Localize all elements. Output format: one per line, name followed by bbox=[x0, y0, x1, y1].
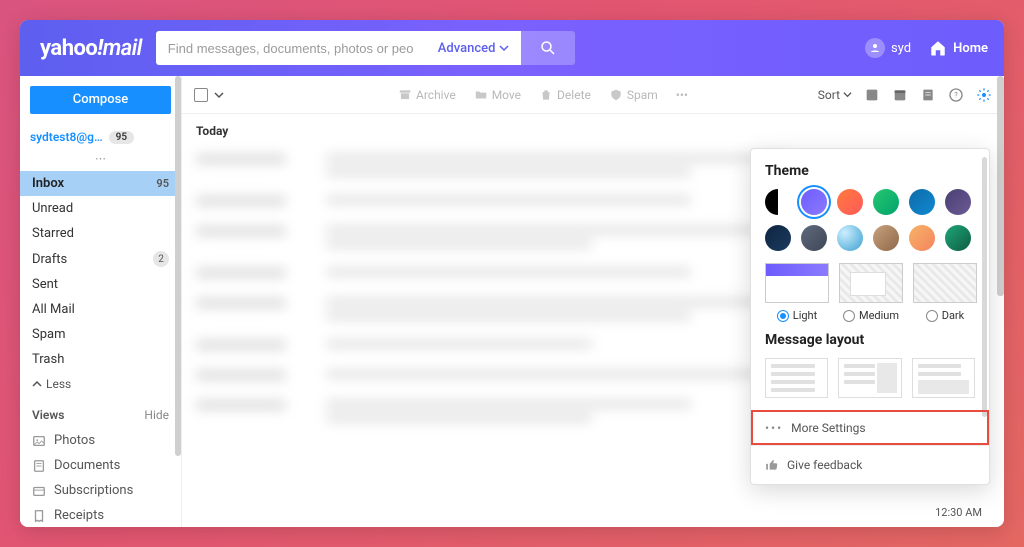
sidebar: Compose sydtest8@g… 95 ⋯ Inbox95UnreadSt… bbox=[20, 76, 182, 527]
views-header: Views Hide bbox=[20, 396, 181, 428]
body: Compose sydtest8@g… 95 ⋯ Inbox95UnreadSt… bbox=[20, 76, 1004, 527]
home-link[interactable]: Home bbox=[929, 39, 988, 57]
theme-swatch-3[interactable] bbox=[873, 189, 899, 215]
documents-icon bbox=[32, 459, 46, 473]
views-list: PhotosDocumentsSubscriptionsReceipts bbox=[20, 428, 181, 527]
layout-row bbox=[765, 358, 975, 398]
layout-list[interactable] bbox=[765, 358, 828, 398]
give-feedback-link[interactable]: Give feedback bbox=[751, 445, 989, 484]
search-button[interactable] bbox=[521, 31, 575, 65]
collapse-less[interactable]: Less bbox=[20, 372, 181, 396]
view-subscriptions[interactable]: Subscriptions bbox=[20, 478, 181, 503]
views-hide[interactable]: Hide bbox=[144, 408, 169, 422]
chevron-down-icon bbox=[843, 90, 852, 99]
thumbs-up-icon bbox=[765, 458, 779, 472]
theme-swatch-4[interactable] bbox=[909, 189, 935, 215]
search-input[interactable] bbox=[156, 31, 426, 65]
help-icon[interactable]: ? bbox=[948, 87, 964, 103]
theme-section-title: Theme bbox=[765, 163, 975, 179]
dots-icon: ••• bbox=[765, 421, 783, 435]
more-actions[interactable]: ••• bbox=[676, 88, 688, 102]
radio-icon bbox=[777, 310, 789, 322]
sidebar-scrollbar[interactable] bbox=[175, 76, 181, 456]
shield-icon bbox=[609, 88, 623, 102]
app-window: yahoo!mail Advanced syd Home bbox=[20, 20, 1004, 527]
folder-all-mail[interactable]: All Mail bbox=[20, 297, 181, 322]
view-documents[interactable]: Documents bbox=[20, 453, 181, 478]
user-menu[interactable]: syd bbox=[865, 38, 911, 58]
view-receipts[interactable]: Receipts bbox=[20, 503, 181, 527]
svg-text:?: ? bbox=[954, 90, 958, 99]
popover-scrollbar[interactable] bbox=[982, 157, 987, 417]
search-wrap: Advanced bbox=[156, 31, 576, 65]
theme-swatch-11[interactable] bbox=[945, 225, 971, 251]
chevron-up-icon bbox=[32, 379, 42, 389]
theme-swatch-7[interactable] bbox=[801, 225, 827, 251]
spam-button[interactable]: Spam bbox=[609, 88, 658, 102]
message-timestamp: 12:30 AM bbox=[935, 506, 982, 519]
theme-swatch-1[interactable] bbox=[801, 189, 827, 215]
date-group-today: Today bbox=[182, 114, 1004, 144]
select-all-checkbox[interactable] bbox=[194, 88, 208, 102]
account-email[interactable]: sydtest8@g… bbox=[30, 130, 103, 144]
unread-badge: 95 bbox=[109, 131, 134, 144]
radio-icon bbox=[926, 310, 938, 322]
more-settings-link[interactable]: ••• More Settings bbox=[751, 410, 989, 445]
theme-swatch-6[interactable] bbox=[765, 225, 791, 251]
theme-swatch-5[interactable] bbox=[945, 189, 971, 215]
radio-icon bbox=[843, 310, 855, 322]
yahoo-mail-logo: yahoo!mail bbox=[40, 36, 142, 61]
layout-section-title: Message layout bbox=[765, 332, 975, 348]
chevron-down-icon bbox=[499, 43, 509, 53]
search-icon bbox=[539, 39, 557, 57]
main-scrollbar[interactable] bbox=[997, 76, 1004, 296]
mode-medium[interactable]: Medium bbox=[839, 263, 903, 322]
folder-sent[interactable]: Sent bbox=[20, 272, 181, 297]
folder-list: Inbox95UnreadStarredDrafts2SentAll MailS… bbox=[20, 171, 181, 372]
layout-right[interactable] bbox=[838, 358, 901, 398]
folder-drafts[interactable]: Drafts2 bbox=[20, 246, 181, 272]
settings-popover: Theme Light Medium Dark Message layout bbox=[750, 148, 990, 485]
theme-swatch-10[interactable] bbox=[909, 225, 935, 251]
contacts-icon[interactable] bbox=[864, 87, 880, 103]
mode-light[interactable]: Light bbox=[765, 263, 829, 322]
archive-button[interactable]: Archive bbox=[398, 88, 456, 102]
theme-swatch-0[interactable] bbox=[765, 189, 791, 215]
account-more[interactable]: ⋯ bbox=[20, 150, 181, 171]
receipts-icon bbox=[32, 509, 46, 523]
theme-mode-row: Light Medium Dark bbox=[765, 263, 975, 322]
notepad-icon[interactable] bbox=[920, 87, 936, 103]
mode-dark[interactable]: Dark bbox=[913, 263, 977, 322]
avatar-icon bbox=[865, 38, 885, 58]
folder-trash[interactable]: Trash bbox=[20, 347, 181, 372]
header-bar: yahoo!mail Advanced syd Home bbox=[20, 20, 1004, 76]
folder-inbox[interactable]: Inbox95 bbox=[20, 171, 181, 196]
account-row: sydtest8@g… 95 bbox=[20, 126, 181, 150]
trash-icon bbox=[539, 88, 553, 102]
folder-starred[interactable]: Starred bbox=[20, 221, 181, 246]
header-right: syd Home bbox=[865, 38, 988, 58]
theme-swatch-8[interactable] bbox=[837, 225, 863, 251]
calendar-icon[interactable] bbox=[892, 87, 908, 103]
settings-gear-icon[interactable] bbox=[976, 87, 992, 103]
folder-icon bbox=[474, 88, 488, 102]
theme-grid bbox=[765, 189, 975, 251]
move-button[interactable]: Move bbox=[474, 88, 521, 102]
photos-icon bbox=[32, 434, 46, 448]
view-photos[interactable]: Photos bbox=[20, 428, 181, 453]
theme-swatch-9[interactable] bbox=[873, 225, 899, 251]
folder-spam[interactable]: Spam bbox=[20, 322, 181, 347]
sort-dropdown[interactable]: Sort bbox=[818, 88, 852, 102]
layout-bottom[interactable] bbox=[912, 358, 975, 398]
home-icon bbox=[929, 39, 947, 57]
theme-swatch-2[interactable] bbox=[837, 189, 863, 215]
advanced-search[interactable]: Advanced bbox=[426, 31, 522, 65]
select-dropdown[interactable] bbox=[214, 90, 224, 100]
subscriptions-icon bbox=[32, 484, 46, 498]
compose-button[interactable]: Compose bbox=[30, 86, 171, 114]
delete-button[interactable]: Delete bbox=[539, 88, 591, 102]
folder-unread[interactable]: Unread bbox=[20, 196, 181, 221]
archive-icon bbox=[398, 88, 412, 102]
toolbar: Archive Move Delete Spam ••• bbox=[182, 76, 1004, 114]
